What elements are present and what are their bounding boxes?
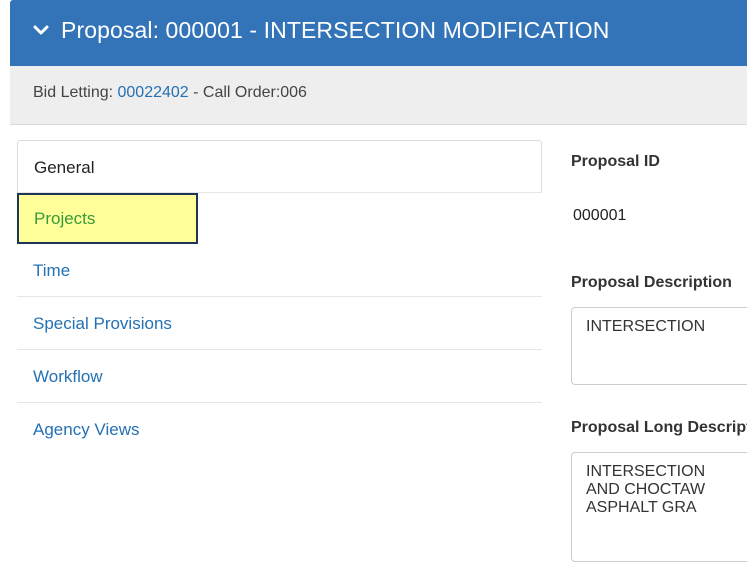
nav-item-special-provisions[interactable]: Special Provisions	[17, 297, 542, 350]
nav-item-label: Agency Views	[33, 420, 140, 439]
proposal-description-value: INTERSECTION	[586, 318, 706, 335]
long-description-line-3: ASPHALT GRA	[586, 499, 697, 516]
proposal-long-description-field[interactable]: INTERSECTION AND CHOCTAW ASPHALT GRA	[571, 452, 747, 562]
nav-item-projects[interactable]: Projects	[17, 193, 198, 244]
nav-item-general[interactable]: General	[17, 140, 542, 193]
proposal-long-description-label: Proposal Long Description	[571, 419, 747, 436]
nav-item-label: Projects	[34, 209, 96, 228]
proposal-id-label: Proposal ID	[571, 153, 660, 170]
nav-item-workflow[interactable]: Workflow	[17, 350, 542, 403]
proposal-title: Proposal: 000001 - INTERSECTION MODIFICA…	[61, 17, 610, 43]
bid-letting-bar: Bid Letting: 00022402 - Call Order:006	[10, 66, 747, 125]
nav-item-label: General	[34, 158, 95, 177]
proposal-id-value: 000001	[573, 207, 627, 224]
proposal-description-field[interactable]: INTERSECTION	[571, 307, 747, 385]
nav-item-agency-views[interactable]: Agency Views	[17, 403, 542, 456]
bid-letting-link[interactable]: 00022402	[118, 84, 189, 101]
bid-letting-line: Bid Letting: 00022402 - Call Order:006	[33, 84, 307, 102]
proposal-description-label: Proposal Description	[571, 274, 732, 291]
nav-item-label: Workflow	[33, 367, 103, 386]
long-description-line-2: AND CHOCTAW	[586, 481, 706, 498]
proposal-nav: General Projects Time Special Provisions…	[17, 140, 542, 456]
bid-letting-label: Bid Letting:	[33, 84, 118, 101]
long-description-line-1: INTERSECTION	[586, 463, 706, 480]
proposal-header[interactable]: Proposal: 000001 - INTERSECTION MODIFICA…	[10, 0, 747, 66]
nav-item-label: Time	[33, 261, 71, 280]
call-order-text: - Call Order:006	[188, 84, 307, 101]
nav-item-label: Special Provisions	[33, 314, 172, 333]
nav-item-time[interactable]: Time	[17, 244, 542, 297]
chevron-down-icon[interactable]	[32, 21, 50, 39]
